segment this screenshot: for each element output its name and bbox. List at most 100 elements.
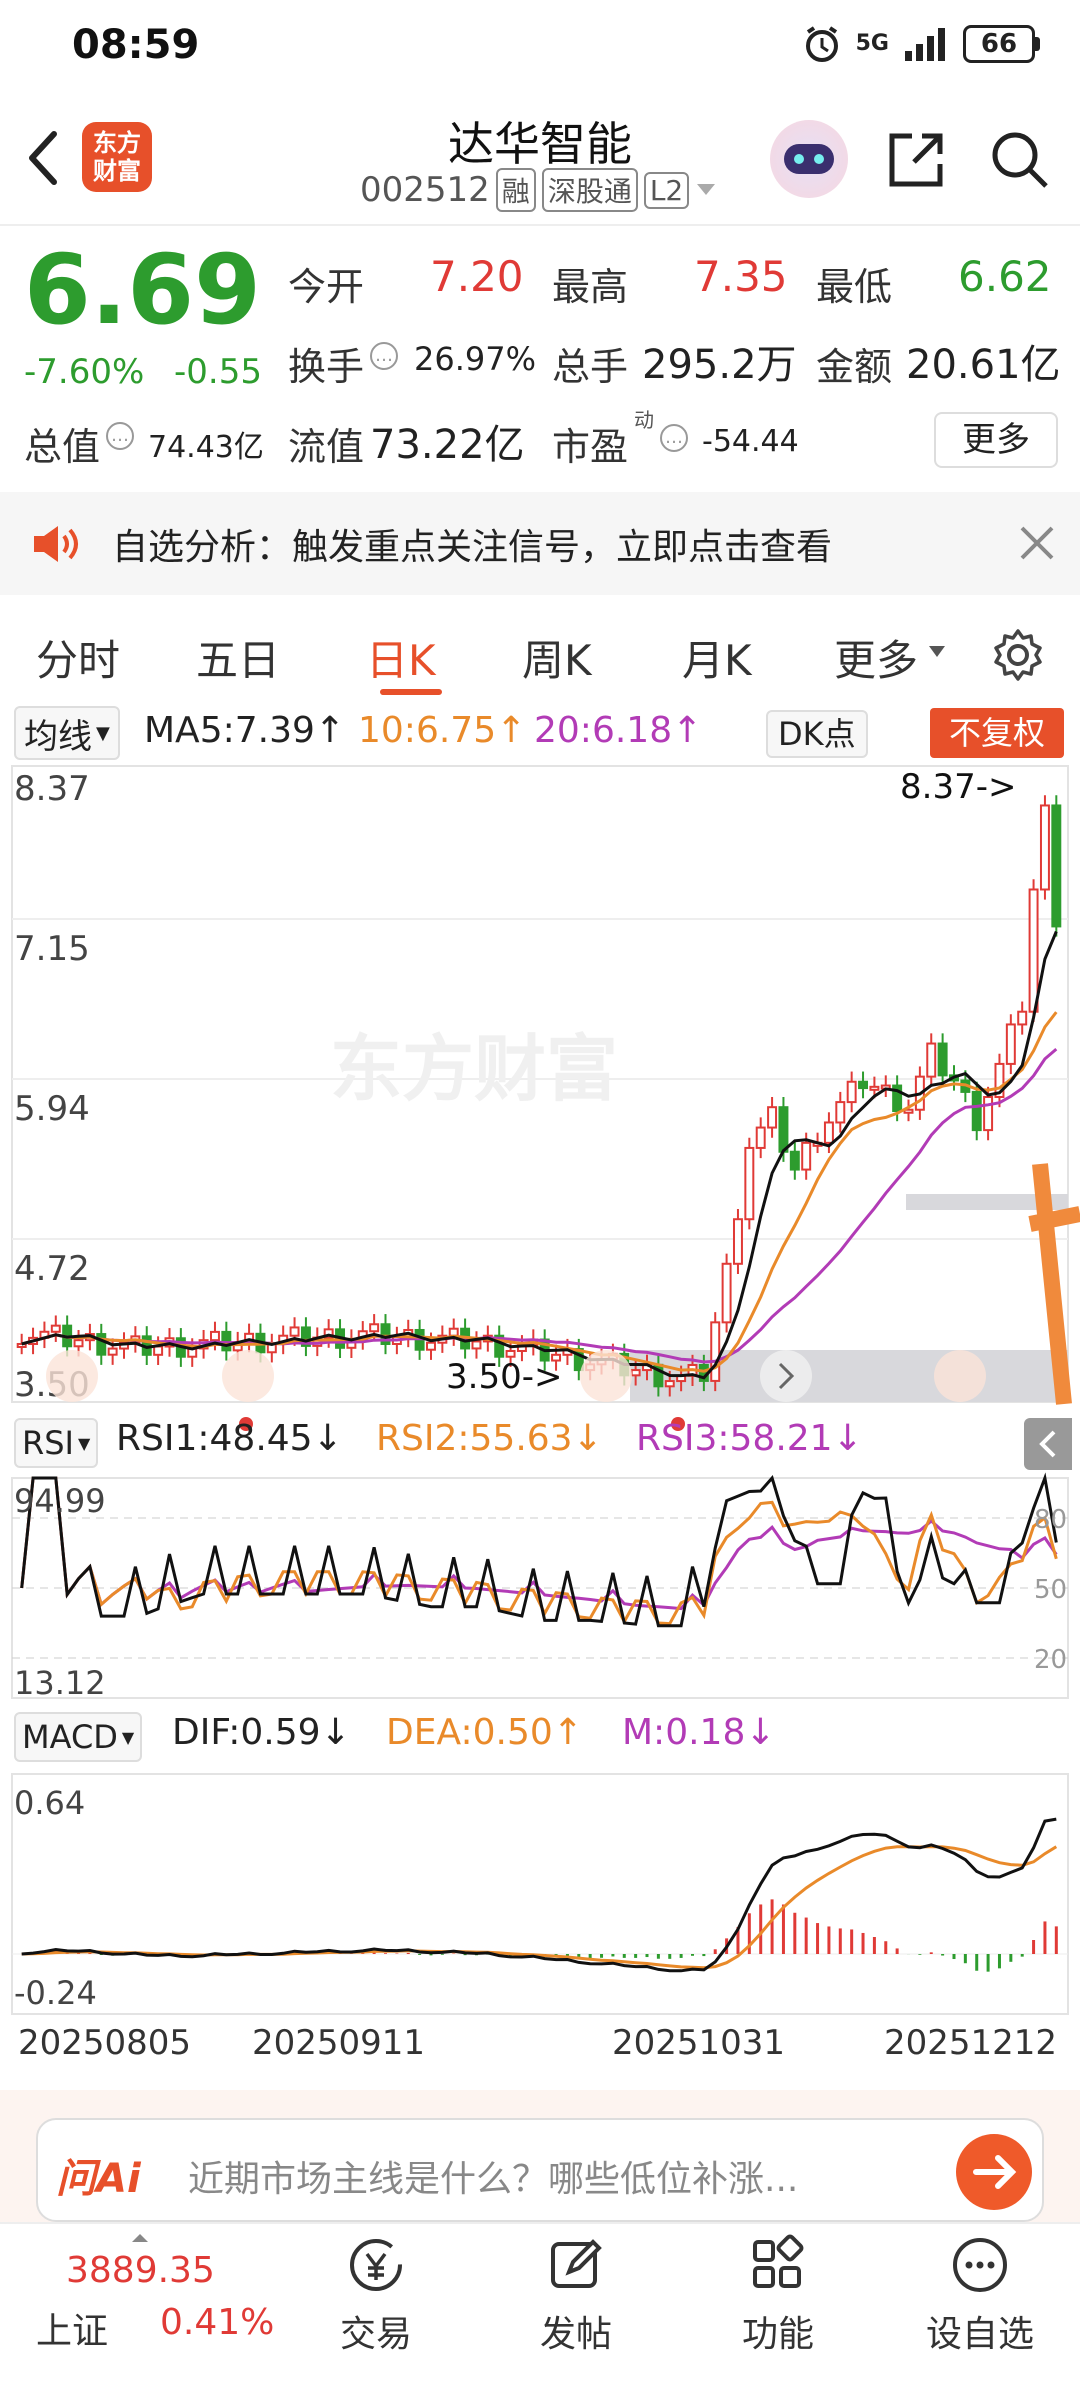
rsi2-legend: RSI2:55.63↓ <box>376 1418 603 1459</box>
tab-daily-k[interactable]: 日K <box>366 627 436 688</box>
high-label: 最高 <box>552 265 629 309</box>
active-tab-indicator <box>380 689 442 695</box>
period-tabs: 分时 五日 日K 周K 月K 更多 <box>0 605 1080 695</box>
candle <box>926 1042 937 1078</box>
scroll-right-button[interactable] <box>760 1350 812 1402</box>
tab-more[interactable]: 更多 <box>834 627 918 688</box>
ask-ai-bar[interactable]: 问Ai 近期市场主线是什么？哪些低位补涨... <box>36 2118 1044 2222</box>
speaker-icon <box>34 526 78 562</box>
zoom-out-button[interactable] <box>222 1350 274 1402</box>
tab-monthly-k[interactable]: 月K <box>682 627 752 688</box>
ai-assistant-icon[interactable] <box>770 120 848 198</box>
candle <box>721 1262 732 1324</box>
nav-trade[interactable]: 交易 <box>296 2222 456 2357</box>
rsi-selector[interactable]: RSI ▼ <box>14 1418 99 1468</box>
candle <box>369 1323 380 1333</box>
battery-icon: 66 <box>963 25 1040 63</box>
open-value: 7.20 <box>430 252 524 301</box>
dropdown-icon[interactable] <box>695 182 717 198</box>
ma-selector[interactable]: 均线 ▼ <box>14 706 120 760</box>
scroll-left-button[interactable] <box>580 1350 632 1402</box>
battery-level: 66 <box>963 25 1035 63</box>
index-change: 0.41% <box>160 2302 275 2343</box>
index-value: 3889.35 <box>66 2250 215 2291</box>
macd-selector[interactable]: MACD ▼ <box>14 1712 143 1762</box>
rsi-bottom-tick: 13.12 <box>14 1664 106 1702</box>
bottom-nav: 3889.35 上证 0.41% 交易 发帖 功能 设自选 <box>0 2222 1080 2400</box>
caret-up-icon <box>132 2234 148 2242</box>
close-icon[interactable] <box>1018 524 1056 562</box>
macd-top-tick: 0.64 <box>14 1784 85 1822</box>
candle <box>664 1380 675 1388</box>
quote-panel: 6.69 -7.60% -0.55 今开 7.20 最高 7.35 最低 6.6… <box>0 226 1080 492</box>
ask-input[interactable]: 近期市场主线是什么？哪些低位补涨... <box>188 2150 798 2202</box>
chart-area: 均线 ▼ MA5:7.39↑ 10:6.75↑ 20:6.18↑ DK点 不复权 … <box>0 700 1080 2080</box>
candle <box>107 1347 118 1356</box>
rsi-selector-label: RSI <box>22 1424 74 1462</box>
stock-subline: 002512 融 深股通 L2 <box>360 168 717 212</box>
candle <box>50 1324 61 1333</box>
m-legend: M:0.18↓ <box>622 1712 776 1753</box>
tag-l2: L2 <box>643 171 690 209</box>
amount-label: 金额 <box>816 345 893 389</box>
index-name: 上证 <box>36 2311 109 2352</box>
turnover-value: 26.97% <box>414 340 537 378</box>
edit-icon <box>551 2239 602 2288</box>
candle <box>971 1090 982 1132</box>
more-circle-icon <box>953 2238 1007 2292</box>
signal-icon <box>905 28 945 61</box>
yen-icon <box>350 2239 402 2291</box>
scroll-left-fast-button[interactable] <box>46 1350 98 1402</box>
date-tick: 20250805 <box>18 2023 191 2063</box>
ma10-legend: 10:6.75↑ <box>358 710 527 751</box>
candle <box>1039 804 1050 891</box>
watermark: 东方财富 <box>330 1027 618 1111</box>
price-tick: 8.37 <box>14 769 90 809</box>
notice-bar[interactable]: 自选分析：触发重点关注信号，立即点击查看 <box>0 492 1080 595</box>
index-ticker[interactable]: 3889.35 上证 0.41% <box>0 2222 300 2400</box>
low-marker: 3.50-> <box>446 1357 562 1397</box>
more-button[interactable]: 更多 <box>934 412 1058 468</box>
share-icon[interactable] <box>884 128 948 192</box>
dk-point-button[interactable]: DK点 <box>766 710 868 758</box>
network-type: 5G <box>855 31 889 56</box>
change-percent: -7.60% <box>24 352 145 392</box>
nav-watchlist-settings[interactable]: 设自选 <box>900 2222 1060 2357</box>
tab-five-day[interactable]: 五日 <box>196 627 280 688</box>
clock: 08:59 <box>72 22 200 68</box>
ma5-legend: MA5:7.39↑ <box>144 710 346 751</box>
candle <box>1005 1023 1016 1065</box>
candle <box>1028 888 1039 1013</box>
system-icons: 5G 66 <box>802 24 1040 64</box>
candle <box>630 1369 641 1377</box>
tab-weekly-k[interactable]: 周K <box>522 627 592 688</box>
dea-legend: DEA:0.50↑ <box>386 1712 583 1753</box>
send-button[interactable] <box>956 2134 1032 2210</box>
date-tick: 20250911 <box>252 2023 425 2063</box>
collapse-panel-button[interactable] <box>1024 1418 1072 1470</box>
candle <box>1017 1010 1028 1026</box>
candle <box>73 1339 84 1348</box>
kline-chart[interactable]: 东方财富 8.37 7.15 5.94 4.72 3.50 8.37-> 3.5… <box>0 764 1080 2064</box>
ma20-legend: 20:6.18↑ <box>534 710 703 751</box>
pe-sup: 动 <box>634 408 654 432</box>
info-icon[interactable]: … <box>370 342 398 370</box>
fullscreen-button[interactable] <box>934 1350 986 1402</box>
candle <box>744 1146 755 1221</box>
tab-intraday[interactable]: 分时 <box>36 627 120 688</box>
float-label: 流值 <box>288 425 365 469</box>
gear-icon[interactable] <box>990 627 1046 683</box>
macd-selector-label: MACD <box>22 1718 118 1756</box>
candle <box>835 1101 846 1124</box>
adjust-button[interactable]: 不复权 <box>930 708 1064 758</box>
candle <box>426 1341 436 1351</box>
candle <box>823 1121 834 1144</box>
search-icon[interactable] <box>988 128 1052 192</box>
candle <box>710 1321 721 1382</box>
info-icon[interactable]: … <box>106 422 134 450</box>
low-label: 最低 <box>816 265 893 309</box>
info-icon[interactable]: … <box>660 424 688 452</box>
more-dropdown-icon[interactable] <box>928 645 946 659</box>
nav-post[interactable]: 发帖 <box>496 2222 656 2357</box>
nav-functions[interactable]: 功能 <box>698 2222 858 2357</box>
